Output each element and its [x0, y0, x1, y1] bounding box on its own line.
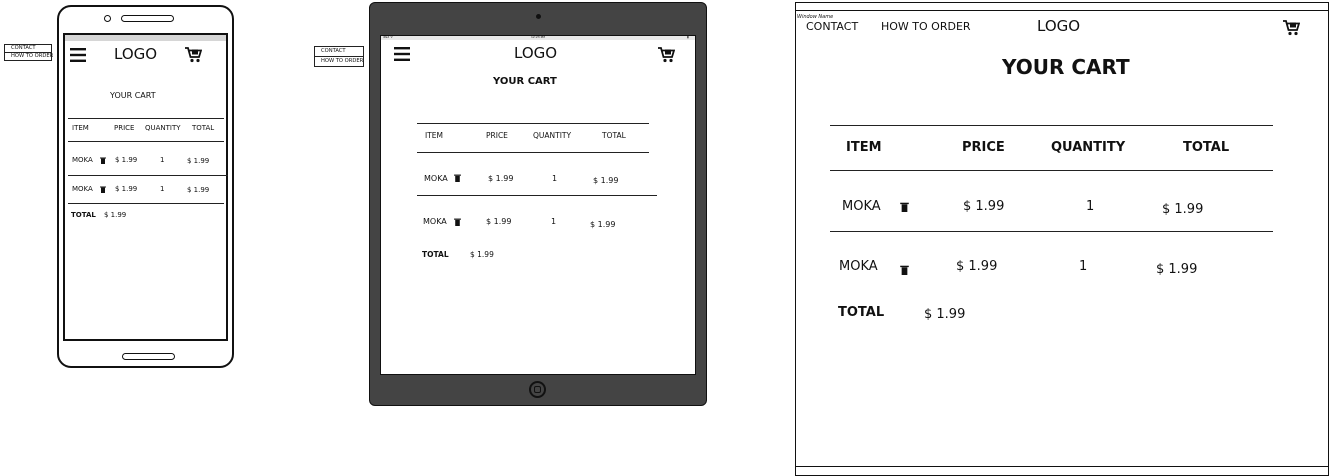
- cart-title: YOUR CART: [1002, 55, 1130, 79]
- cart-title: YOUR CART: [493, 76, 557, 87]
- table-divider: [68, 203, 224, 204]
- table-divider: [417, 152, 649, 153]
- status-battery: ▮: [687, 35, 689, 39]
- total-label: TOTAL: [71, 211, 96, 219]
- window-title-bar: Window Name: [796, 3, 1328, 20]
- header-item: ITEM: [72, 124, 89, 132]
- side-menu-how-to-order[interactable]: HOW TO ORDER: [5, 52, 53, 60]
- side-menu-how-to-order[interactable]: HOW TO ORDER: [315, 56, 363, 66]
- table-divider: [830, 125, 1273, 126]
- status-time: 12:23 PM: [531, 35, 545, 39]
- phone-camera: [104, 15, 111, 22]
- header-price: PRICE: [486, 131, 508, 140]
- hamburger-icon[interactable]: [394, 47, 410, 61]
- phone-home-bar: [122, 353, 175, 360]
- logo[interactable]: LOGO: [1037, 19, 1080, 34]
- tablet-side-menu: CONTACT HOW TO ORDER: [314, 46, 364, 68]
- row-quantity: 1: [552, 174, 558, 183]
- trash-icon[interactable]: [454, 218, 461, 226]
- row-total: $ 1.99: [590, 220, 616, 229]
- nav-how-to-order[interactable]: HOW TO ORDER: [881, 21, 971, 32]
- tablet-status-bar: iPad ᯤ 12:23 PM ▮: [381, 36, 695, 40]
- table-divider: [68, 175, 228, 176]
- total-label: TOTAL: [838, 305, 885, 320]
- row-item: MOKA: [72, 156, 93, 164]
- table-divider: [68, 118, 224, 119]
- header-item: ITEM: [425, 131, 444, 140]
- row-quantity: 1: [160, 185, 165, 193]
- total-value: $ 1.99: [470, 250, 494, 259]
- logo[interactable]: LOGO: [514, 46, 557, 61]
- phone-status-bar: [65, 35, 226, 41]
- table-divider: [830, 170, 1273, 171]
- total-value: $ 1.99: [924, 307, 966, 322]
- side-menu-contact[interactable]: CONTACT: [315, 47, 363, 56]
- row-quantity: 1: [1079, 259, 1088, 274]
- header-total: TOTAL: [1183, 140, 1230, 155]
- total-label: TOTAL: [422, 250, 449, 259]
- cart-title: YOUR CART: [110, 91, 156, 100]
- row-item: MOKA: [839, 259, 878, 274]
- row-quantity: 1: [1086, 199, 1095, 214]
- table-divider: [830, 231, 1273, 232]
- row-total: $ 1.99: [187, 186, 210, 194]
- header-total: TOTAL: [192, 124, 215, 132]
- trash-icon[interactable]: [900, 265, 909, 275]
- row-item: MOKA: [424, 174, 448, 183]
- row-total: $ 1.99: [1162, 202, 1204, 217]
- row-total: $ 1.99: [1156, 262, 1198, 277]
- header-price: PRICE: [962, 140, 1005, 155]
- header-total: TOTAL: [602, 131, 626, 140]
- trash-icon[interactable]: [100, 157, 106, 164]
- cart-icon[interactable]: [1283, 20, 1300, 36]
- phone-speaker: [121, 15, 174, 22]
- cart-icon[interactable]: [185, 47, 202, 63]
- row-price: $ 1.99: [115, 156, 138, 164]
- row-quantity: 1: [551, 217, 557, 226]
- header-item: ITEM: [846, 140, 882, 155]
- table-divider: [68, 141, 224, 142]
- row-item: MOKA: [423, 217, 447, 226]
- phone-side-menu: CONTACT HOW TO ORDER: [4, 44, 53, 62]
- row-item: MOKA: [72, 185, 93, 193]
- header-quantity: QUANTITY: [145, 124, 181, 132]
- table-divider: [417, 195, 657, 196]
- trash-icon[interactable]: [900, 202, 909, 212]
- row-quantity: 1: [160, 156, 165, 164]
- row-total: $ 1.99: [187, 157, 210, 165]
- trash-icon[interactable]: [454, 174, 461, 182]
- row-price: $ 1.99: [486, 217, 512, 226]
- row-item: MOKA: [842, 199, 881, 214]
- row-total: $ 1.99: [593, 176, 619, 185]
- total-value: $ 1.99: [104, 211, 127, 219]
- header-price: PRICE: [114, 124, 135, 132]
- trash-icon[interactable]: [100, 186, 106, 193]
- status-left: iPad ᯤ: [383, 35, 393, 39]
- cart-icon[interactable]: [658, 47, 675, 63]
- window-bottom-line: [796, 466, 1328, 467]
- row-price: $ 1.99: [115, 185, 138, 193]
- row-price: $ 1.99: [963, 199, 1005, 214]
- hamburger-icon[interactable]: [70, 48, 86, 62]
- logo[interactable]: LOGO: [114, 47, 157, 62]
- tablet-home-button[interactable]: [529, 381, 546, 398]
- nav-contact[interactable]: CONTACT: [806, 21, 858, 32]
- header-quantity: QUANTITY: [1051, 140, 1126, 155]
- header-quantity: QUANTITY: [533, 131, 572, 140]
- side-menu-contact[interactable]: CONTACT: [5, 45, 51, 52]
- tablet-camera: [536, 14, 541, 19]
- table-divider: [417, 123, 649, 124]
- row-price: $ 1.99: [956, 259, 998, 274]
- row-price: $ 1.99: [488, 174, 514, 183]
